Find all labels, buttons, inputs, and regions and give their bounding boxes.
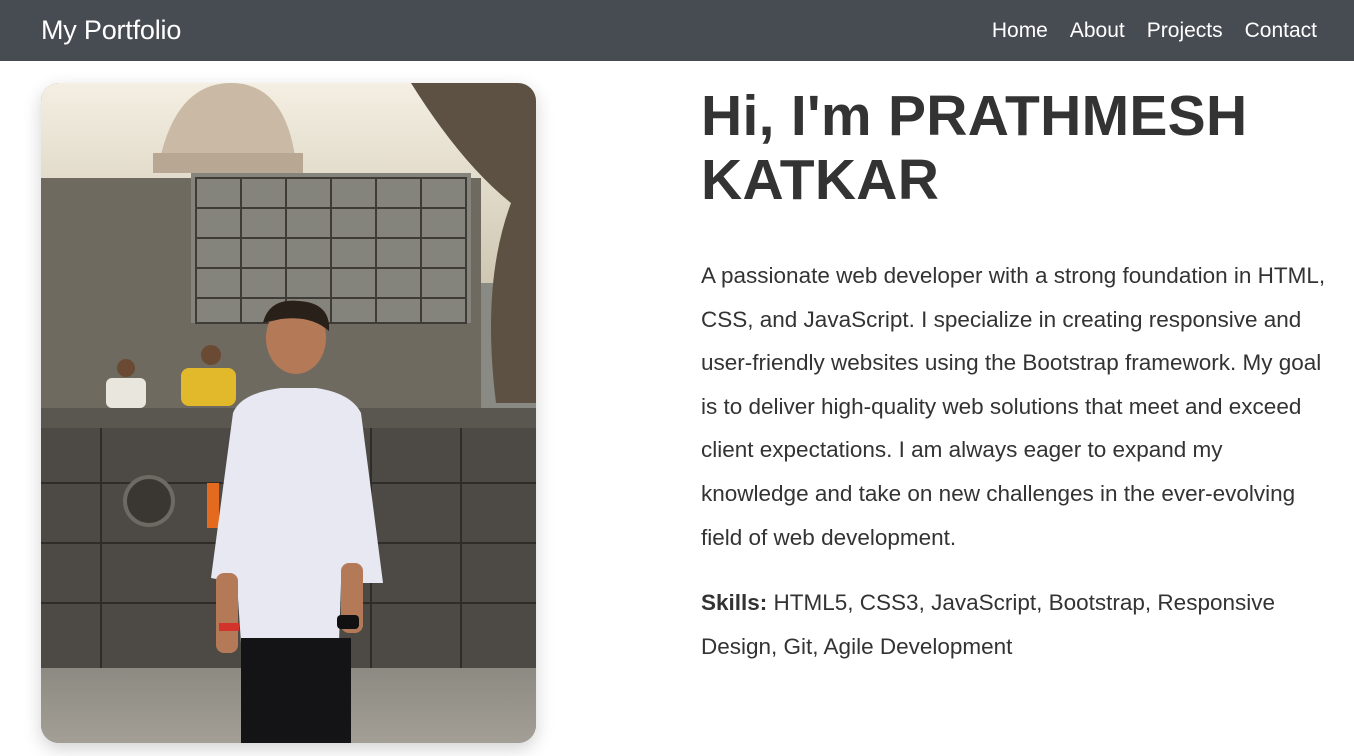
profile-photo	[41, 83, 536, 743]
page-title: Hi, I'm PRATHMESH KATKAR	[701, 84, 1248, 212]
skills-value: HTML5, CSS3, JavaScript, Bootstrap, Resp…	[701, 590, 1275, 659]
nav-links: Home About Projects Contact	[992, 19, 1317, 43]
top-navbar: My Portfolio Home About Projects Contact	[0, 0, 1354, 61]
nav-link-projects[interactable]: Projects	[1147, 19, 1223, 43]
profile-photo-image	[41, 83, 536, 743]
bio-paragraph: A passionate web developer with a strong…	[701, 263, 1326, 550]
nav-link-contact[interactable]: Contact	[1245, 19, 1317, 43]
nav-link-home[interactable]: Home	[992, 19, 1048, 43]
nav-link-about[interactable]: About	[1070, 19, 1125, 43]
skills-line: Skills: HTML5, CSS3, JavaScript, Bootstr…	[701, 581, 1331, 668]
intro-section: Hi, I'm PRATHMESH KATKAR A passionate we…	[701, 84, 1331, 668]
brand-link[interactable]: My Portfolio	[41, 15, 181, 46]
skills-label: Skills:	[701, 590, 768, 616]
